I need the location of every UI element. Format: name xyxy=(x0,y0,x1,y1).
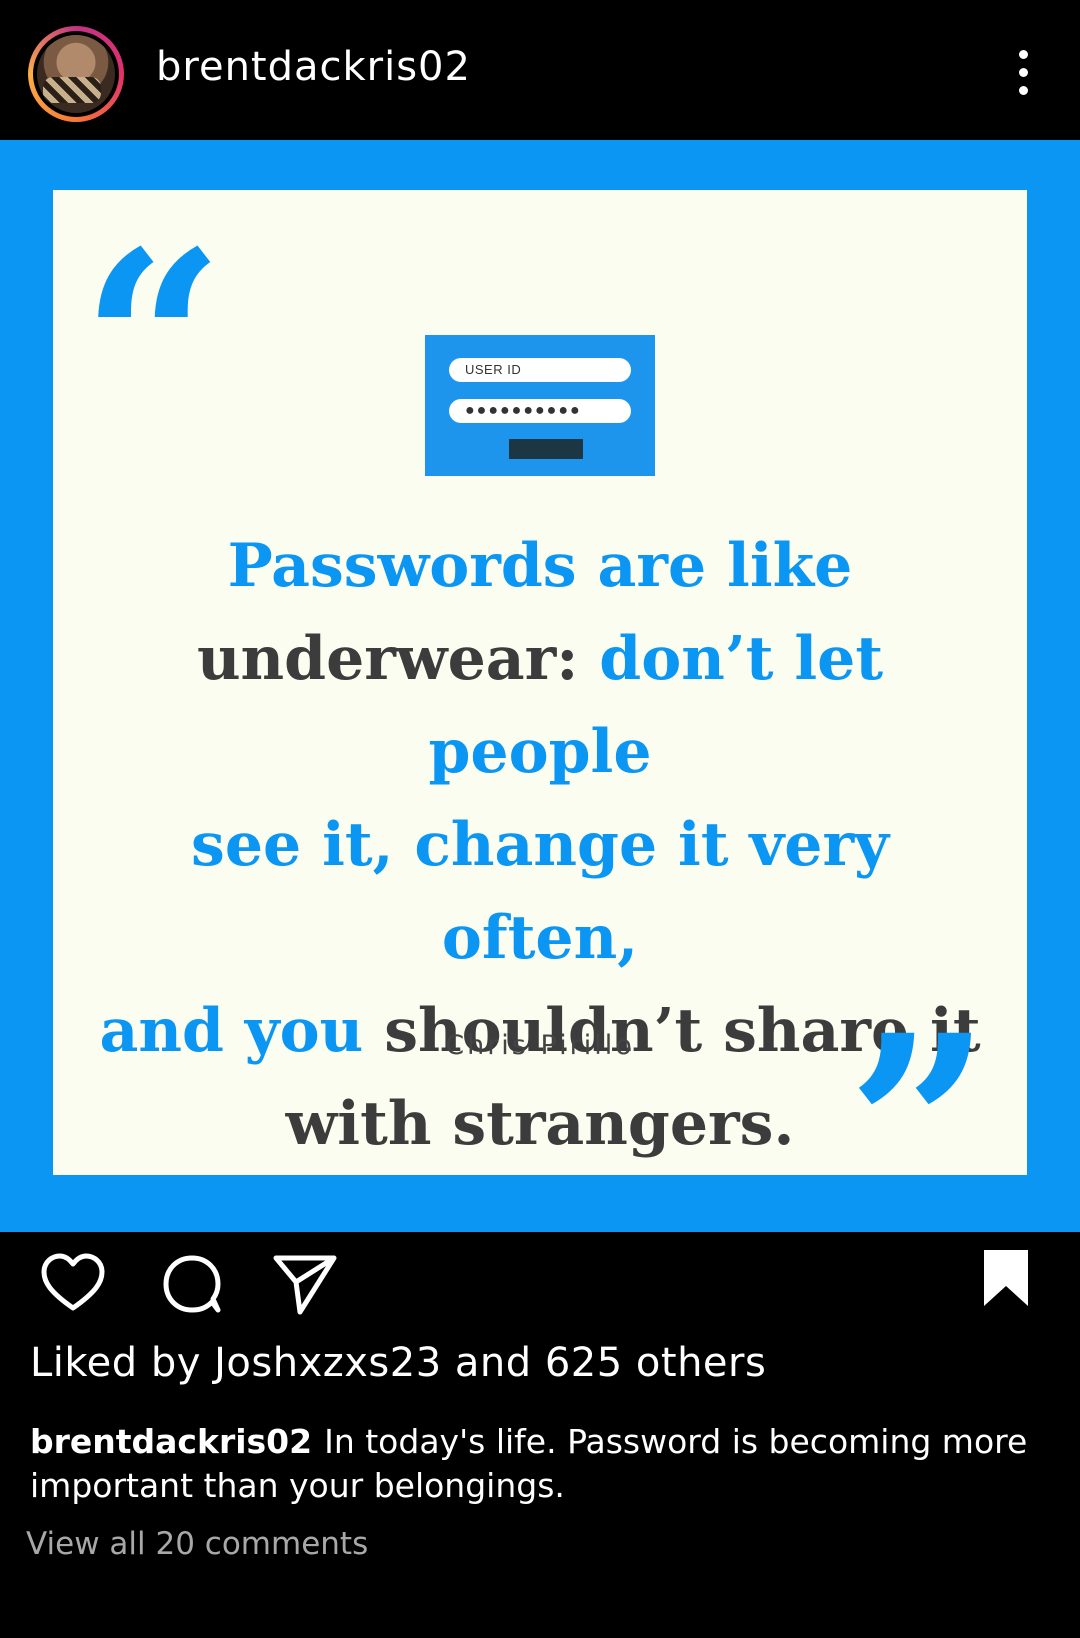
avatar-mask xyxy=(43,77,101,103)
caption-username[interactable]: brentdackris02 xyxy=(30,1422,312,1461)
more-options-icon[interactable] xyxy=(1008,50,1038,96)
heart-icon[interactable] xyxy=(40,1252,106,1314)
view-all-comments-link[interactable]: View all 20 comments xyxy=(26,1526,368,1562)
user-id-field-graphic: USER ID xyxy=(449,358,631,382)
open-quote-mark: “ xyxy=(81,196,225,490)
action-bar xyxy=(0,1232,1080,1342)
password-field-graphic: ●●●●●●●●●● xyxy=(449,399,631,423)
post-header: brentdackris02 xyxy=(0,0,1080,140)
quote-card: “ USER ID ●●●●●●●●●● Passwords are like … xyxy=(53,190,1027,1252)
avatar[interactable] xyxy=(28,26,124,122)
comment-icon[interactable] xyxy=(160,1252,224,1316)
login-graphic: USER ID ●●●●●●●●●● xyxy=(425,335,655,476)
send-icon[interactable] xyxy=(272,1252,338,1316)
close-quote-mark: ” xyxy=(847,980,991,1274)
quote-line3: see it, change it very often, xyxy=(191,810,889,973)
quote-line2-dark: underwear: xyxy=(196,624,600,694)
avatar-photo xyxy=(33,31,119,117)
post-image[interactable]: “ USER ID ●●●●●●●●●● Passwords are like … xyxy=(0,140,1080,1252)
likes-summary[interactable]: Liked by Joshxzxs23 and 625 others xyxy=(30,1340,766,1386)
quote-line5: with strangers. xyxy=(285,1089,795,1159)
quote-line1: Passwords are like xyxy=(227,531,853,601)
post-caption: brentdackris02 In today's life. Password … xyxy=(30,1420,1050,1508)
login-button-graphic xyxy=(509,439,583,459)
post-username[interactable]: brentdackris02 xyxy=(156,44,471,90)
bookmark-icon[interactable] xyxy=(980,1248,1032,1308)
